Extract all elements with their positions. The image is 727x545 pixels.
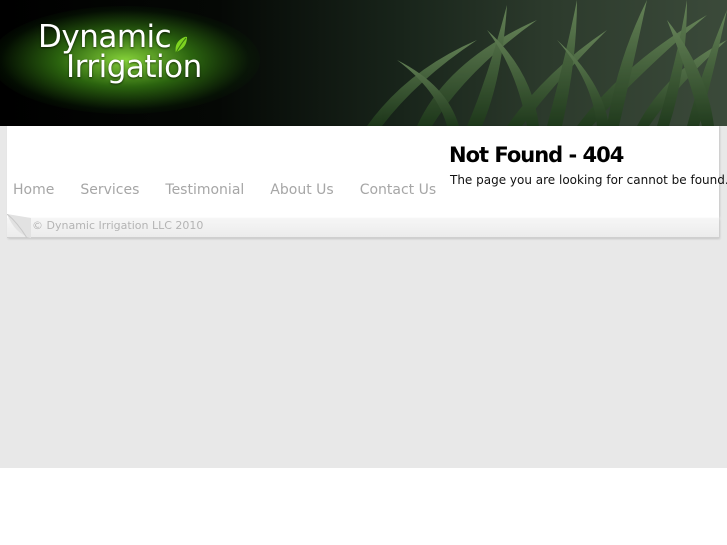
site-logo[interactable]: Dynamic Irrigation xyxy=(38,22,202,83)
main-nav: Home Services Testimonial About Us Conta… xyxy=(13,182,462,200)
footer-copyright: © Dynamic Irrigation LLC 2010 xyxy=(32,219,204,232)
nav-item-testimonial[interactable]: Testimonial xyxy=(165,182,244,200)
nav-item-services[interactable]: Services xyxy=(80,182,139,200)
page-curl-decoration xyxy=(7,214,31,238)
site-header: Dynamic Irrigation xyxy=(0,0,727,126)
nav-item-contact-us[interactable]: Contact Us xyxy=(360,182,436,200)
content-panel xyxy=(7,126,719,218)
not-found-message: The page you are looking for cannot be f… xyxy=(450,173,727,187)
logo-line-2: Irrigation xyxy=(66,49,202,85)
leaf-icon xyxy=(175,36,187,54)
nav-item-home[interactable]: Home xyxy=(13,182,54,200)
grass-banner-image xyxy=(367,0,727,126)
nav-item-about-us[interactable]: About Us xyxy=(270,182,333,200)
page-title: Not Found - 404 xyxy=(449,143,624,167)
